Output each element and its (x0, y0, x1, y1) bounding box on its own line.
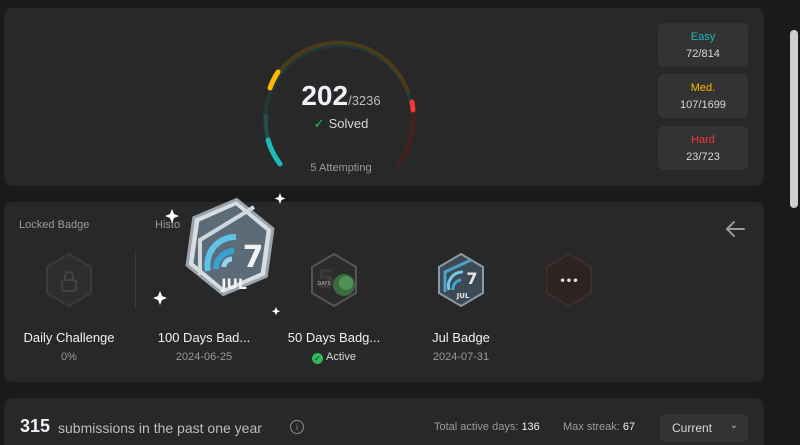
solved-label: ✓ Solved (313, 116, 369, 131)
svg-text:JUL: JUL (220, 277, 247, 293)
active-days: Total active days: 136 (434, 421, 540, 433)
featured-jul-badge-icon: 7 JUL (153, 193, 286, 316)
max-streak: Max streak: 67 (563, 421, 636, 433)
locked-badge-title: Locked Badge (19, 219, 90, 231)
submission-count: 315 (20, 416, 51, 436)
submission-text: submissions in the past one year (58, 420, 262, 436)
svg-text:7: 7 (243, 240, 264, 275)
divider (135, 250, 136, 308)
svg-text:7: 7 (466, 269, 477, 288)
medium-stat[interactable]: Med. 107/1699 (658, 74, 748, 118)
stats-card: 202/3236 ✓ Solved 5 Attempting Easy 72/81… (4, 8, 764, 186)
badge-jul[interactable]: 7 JUL Jul Badge 2024-07-31 (401, 250, 521, 363)
svg-text:DAYS: DAYS (317, 281, 330, 287)
check-icon: ✓ (312, 353, 324, 364)
fifty-days-badge-icon: 5 DAYS (311, 252, 357, 308)
solved-count: 202/3236 (301, 80, 381, 111)
attempting-label: 5 Attempting (310, 162, 372, 174)
scrollbar[interactable] (788, 0, 800, 445)
svg-text:•••: ••• (559, 276, 578, 287)
more-badge-icon: ••• (546, 252, 592, 308)
arrow-left-icon[interactable] (722, 216, 748, 242)
chevron-down-icon: ⌄ (729, 420, 738, 431)
svg-text:5: 5 (317, 265, 335, 295)
scrollbar-thumb[interactable] (790, 30, 798, 208)
lock-badge-icon (46, 252, 92, 308)
hard-stat[interactable]: Hard 23/723 (658, 126, 748, 170)
badge-more[interactable]: ••• (509, 250, 629, 310)
ring-center: 202/3236 ✓ Solved 5 Attempting (258, 30, 424, 180)
badge-daily-challenge[interactable]: Daily Challenge 0% (9, 250, 129, 363)
badges-card: Locked Badge Histo Daily Challenge 0% 10… (4, 202, 764, 382)
year-select[interactable]: Current ⌄ (660, 414, 748, 442)
submissions-card: 315 submissions in the past one year i T… (4, 398, 764, 445)
easy-stat[interactable]: Easy 72/814 (658, 23, 748, 67)
jul-badge-icon: 7 JUL (438, 252, 484, 308)
check-icon: ✓ (313, 116, 325, 131)
svg-text:JUL: JUL (456, 292, 470, 300)
badge-50-days[interactable]: 5 DAYS 50 Days Badg... ✓ Active (274, 250, 394, 364)
info-icon[interactable]: i (290, 420, 304, 434)
